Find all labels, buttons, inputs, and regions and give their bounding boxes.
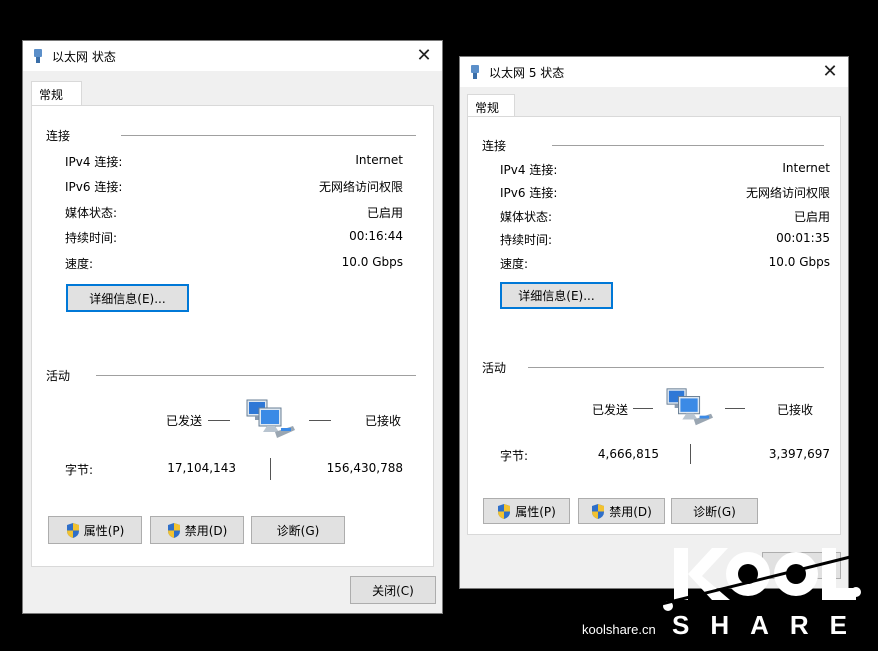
general-tab-panel: 连接 IPv4 连接: Internet IPv6 连接: 无网络访问权限 媒体… [31, 105, 434, 567]
watermark-url: koolshare.cn [582, 622, 656, 637]
window-title: 以太网 状态 [52, 50, 116, 64]
uac-shield-icon [167, 522, 180, 538]
tab-general[interactable]: 常规 [467, 94, 515, 117]
bytes-sent-value: 17,104,143 [167, 461, 236, 475]
bytes-sent-value: 4,666,815 [597, 447, 659, 461]
disable-label: 禁用(D) [609, 504, 652, 519]
properties-button[interactable]: 属性(P) [483, 498, 570, 524]
speed-value: 10.0 Gbps [768, 255, 830, 269]
duration-value: 00:16:44 [349, 229, 403, 243]
close-icon[interactable]: ✕ [818, 60, 842, 84]
activity-heading: 活动 [46, 369, 71, 383]
ipv4-label: IPv4 连接: [500, 163, 558, 177]
bytes-received-value: 156,430,788 [326, 461, 403, 475]
received-dash [309, 420, 331, 421]
window-title: 以太网 5 状态 [489, 66, 565, 80]
uac-shield-icon [592, 503, 605, 519]
ethernet-plug-icon [471, 65, 479, 79]
received-label: 已接收 [777, 403, 814, 417]
ipv4-value: Internet [355, 153, 403, 167]
media-state-value: 已启用 [793, 210, 830, 224]
sent-dash [633, 408, 653, 409]
bytes-separator [690, 444, 691, 464]
close-button[interactable]: 关闭(C) [350, 576, 436, 604]
ipv6-value: 无网络访问权限 [745, 186, 830, 200]
details-button[interactable]: 详细信息(E)... [500, 282, 613, 309]
activity-heading: 活动 [482, 361, 507, 375]
bytes-label: 字节: [65, 463, 94, 477]
properties-label: 属性(P) [83, 523, 125, 538]
tab-general[interactable]: 常规 [31, 81, 82, 106]
disable-label: 禁用(D) [184, 523, 228, 538]
duration-value: 00:01:35 [776, 231, 830, 245]
ipv4-label: IPv4 连接: [65, 155, 123, 169]
properties-label: 属性(P) [515, 504, 556, 519]
section-divider [528, 367, 824, 368]
speed-label: 速度: [500, 257, 529, 271]
details-button[interactable]: 详细信息(E)... [66, 284, 189, 312]
speed-label: 速度: [65, 257, 94, 271]
uac-shield-icon [498, 503, 511, 519]
close-icon[interactable]: ✕ [412, 44, 436, 68]
section-divider [552, 145, 824, 146]
received-dash [725, 408, 745, 409]
ipv6-value: 无网络访问权限 [318, 180, 403, 194]
media-state-value: 已启用 [366, 206, 403, 220]
ethernet-plug-icon [34, 49, 42, 63]
koolshare-logo [662, 548, 863, 611]
duration-label: 持续时间: [500, 233, 553, 247]
connection-heading: 连接 [482, 139, 507, 153]
sent-label: 已发送 [592, 403, 629, 417]
network-computers-icon [246, 399, 295, 438]
media-state-label: 媒体状态: [500, 210, 553, 224]
network-computers-icon [666, 388, 713, 426]
uac-shield-icon [66, 522, 79, 538]
section-divider [121, 135, 416, 136]
general-tab-panel: 连接 IPv4 连接: Internet IPv6 连接: 无网络访问权限 媒体… [467, 116, 841, 535]
ethernet-5-status-dialog: 以太网 5 状态 ✕ 常规 连接 IPv4 连接: Internet IPv6 … [459, 56, 849, 589]
diagnose-button[interactable]: 诊断(G) [671, 498, 758, 524]
disable-button[interactable]: 禁用(D) [150, 516, 244, 544]
bytes-label: 字节: [500, 449, 529, 463]
properties-button[interactable]: 属性(P) [48, 516, 142, 544]
bytes-received-value: 3,397,697 [768, 447, 830, 461]
sent-label: 已发送 [166, 414, 203, 428]
diagnose-button[interactable]: 诊断(G) [251, 516, 345, 544]
ipv6-label: IPv6 连接: [500, 186, 558, 200]
received-label: 已接收 [365, 414, 402, 428]
ethernet-status-dialog: 以太网 状态 ✕ 常规 连接 IPv4 连接: Internet IPv6 连接… [22, 40, 443, 614]
sent-dash [208, 420, 230, 421]
media-state-label: 媒体状态: [65, 206, 118, 220]
watermark-share-text: SHARE [672, 610, 869, 640]
title-bar[interactable]: 以太网 5 状态 ✕ [460, 57, 848, 87]
ipv4-value: Internet [782, 161, 830, 175]
connection-heading: 连接 [46, 129, 71, 143]
duration-label: 持续时间: [65, 231, 118, 245]
speed-value: 10.0 Gbps [341, 255, 403, 269]
disable-button[interactable]: 禁用(D) [578, 498, 665, 524]
bytes-separator [270, 458, 271, 480]
ipv6-label: IPv6 连接: [65, 180, 123, 194]
section-divider [96, 375, 416, 376]
title-bar[interactable]: 以太网 状态 ✕ [23, 41, 442, 71]
